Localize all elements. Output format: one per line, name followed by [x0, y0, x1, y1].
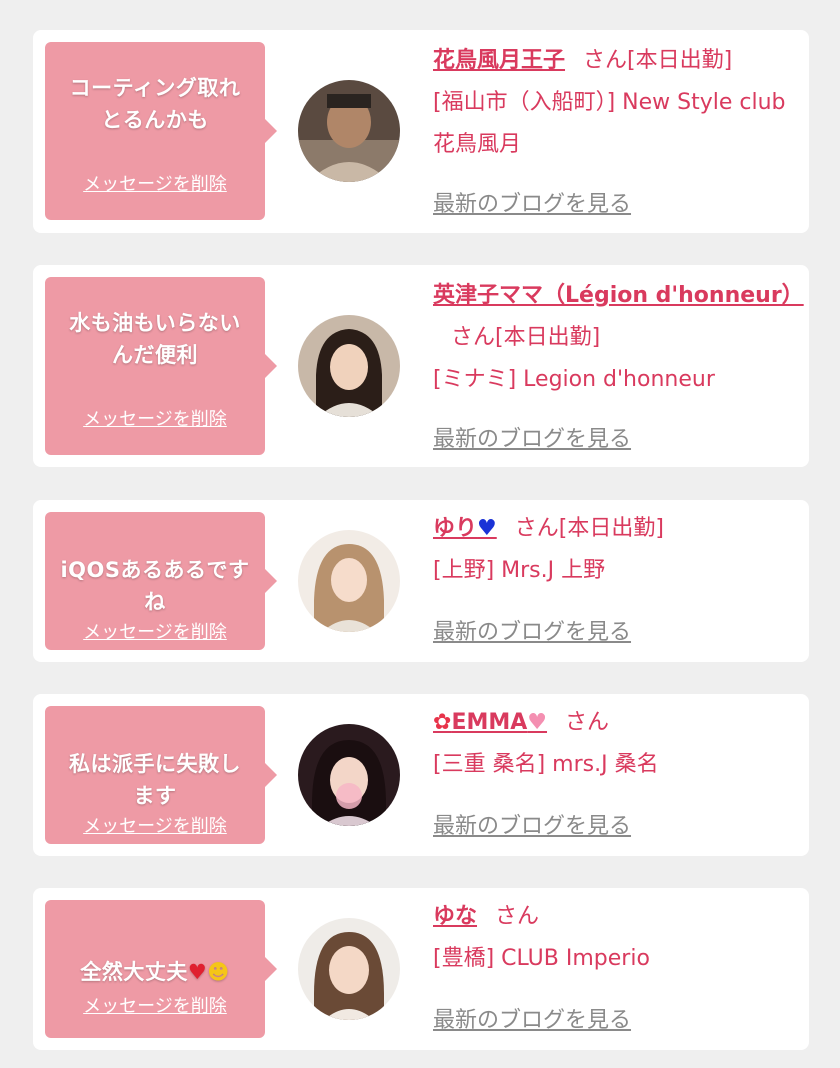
avatar[interactable] — [298, 530, 400, 632]
host-name-link[interactable]: 花鳥風月王子 — [433, 48, 565, 73]
avatar[interactable] — [298, 80, 400, 182]
host-info: ゆり♥ さん[本日出勤] [上野] Mrs.J 上野 — [433, 508, 793, 592]
host-info: 花鳥風月王子 さん[本日出勤] [福山市（入船町）] New Style club… — [433, 40, 793, 166]
store-text: [ミナミ] Legion d'honneur — [433, 367, 715, 392]
message-text: 全然大丈夫♥☻ — [80, 960, 230, 984]
store-text: [豊橋] CLUB Imperio — [433, 946, 650, 971]
delete-message-link[interactable]: メッセージを削除 — [45, 170, 265, 196]
status-text: [本日出勤] — [495, 325, 601, 350]
avatar[interactable] — [298, 724, 400, 826]
message-bubble: iQOSあるあるです ね メッセージを削除 — [45, 512, 277, 650]
message-bubble: コーティング取れ とるんかも メッセージを削除 — [45, 42, 277, 220]
host-name-link[interactable]: ゆな — [433, 904, 477, 929]
message-text: 私は派手に失敗し ます — [69, 752, 241, 808]
message-text: 水も油もいらない んだ便利 — [69, 311, 241, 367]
host-name-link[interactable]: ゆり♥ — [433, 516, 497, 541]
delete-message-link[interactable]: メッセージを削除 — [45, 992, 265, 1018]
store-text: [福山市（入船町）] New Style club花鳥風月 — [433, 90, 786, 157]
latest-blog-link[interactable]: 最新のブログを見る — [433, 421, 631, 453]
host-info: ✿EMMA♥ さん [三重 桑名] mrs.J 桑名 — [433, 702, 793, 786]
latest-blog-link[interactable]: 最新のブログを見る — [433, 1002, 631, 1034]
message-bubble: 全然大丈夫♥☻ メッセージを削除 — [45, 900, 277, 1038]
message-text: iQOSあるあるです ね — [60, 558, 250, 614]
delete-message-link[interactable]: メッセージを削除 — [45, 405, 265, 431]
status-text: [本日出勤] — [627, 48, 733, 73]
grinning-face-icon: ☻ — [207, 960, 230, 984]
latest-blog-link[interactable]: 最新のブログを見る — [433, 808, 631, 840]
avatar[interactable] — [298, 918, 400, 1020]
rose-icon: ✿ — [433, 710, 452, 735]
message-card: コーティング取れ とるんかも メッセージを削除 花鳥風月王子 さん[本日出勤] [… — [33, 30, 809, 233]
delete-message-link[interactable]: メッセージを削除 — [45, 618, 265, 644]
host-name-link[interactable]: 英津子ママ（Légion d'honneur） — [433, 283, 804, 308]
message-bubble: 私は派手に失敗し ます メッセージを削除 — [45, 706, 277, 844]
message-text: コーティング取れ とるんかも — [69, 76, 241, 132]
message-card: iQOSあるあるです ね メッセージを削除 ゆり♥ さん[本日出勤] [上野] M… — [33, 500, 809, 662]
message-card: 私は派手に失敗し ます メッセージを削除 ✿EMMA♥ さん [三重 桑名] mr… — [33, 694, 809, 856]
blue-heart-icon: ♥ — [477, 516, 497, 541]
status-text: [本日出勤] — [558, 516, 664, 541]
heart-icon: ♥ — [187, 960, 208, 984]
latest-blog-link[interactable]: 最新のブログを見る — [433, 186, 631, 218]
store-text: [三重 桑名] mrs.J 桑名 — [433, 752, 659, 777]
host-info: 英津子ママ（Légion d'honneur）さん[本日出勤] [ミナミ] Le… — [433, 275, 804, 401]
message-card: 全然大丈夫♥☻ メッセージを削除 ゆな さん [豊橋] CLUB Imperio … — [33, 888, 809, 1050]
host-name-link[interactable]: ✿EMMA♥ — [433, 710, 547, 735]
store-text: [上野] Mrs.J 上野 — [433, 558, 606, 583]
pink-heart-icon: ♥ — [527, 710, 548, 735]
delete-message-link[interactable]: メッセージを削除 — [45, 812, 265, 838]
message-card: 水も油もいらない んだ便利 メッセージを削除 英津子ママ（Légion d'ho… — [33, 265, 809, 467]
latest-blog-link[interactable]: 最新のブログを見る — [433, 614, 631, 646]
message-bubble: 水も油もいらない んだ便利 メッセージを削除 — [45, 277, 277, 455]
host-info: ゆな さん [豊橋] CLUB Imperio — [433, 896, 793, 980]
avatar[interactable] — [298, 315, 400, 417]
